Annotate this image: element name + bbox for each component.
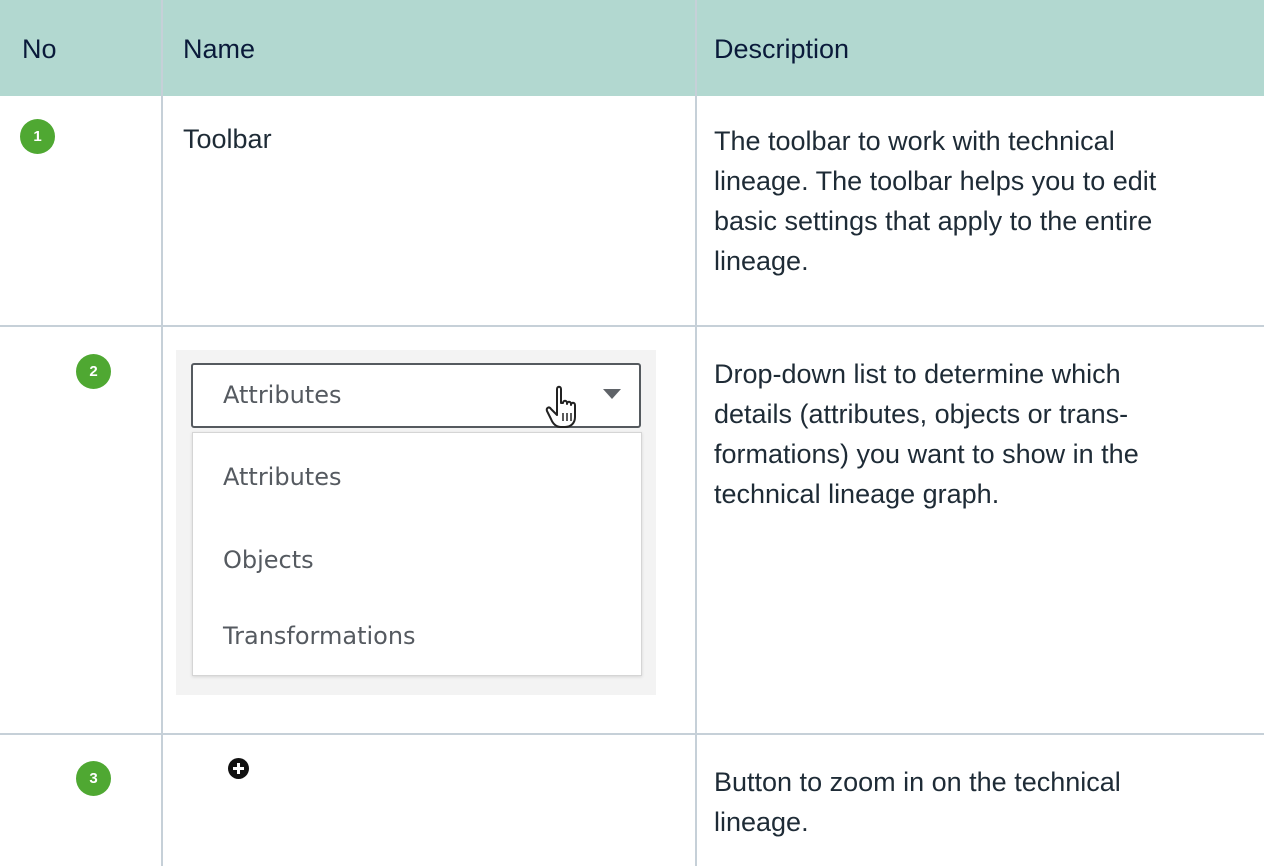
dropdown-option-objects[interactable]: Objects <box>223 546 314 574</box>
zoom-in-plus-icon <box>228 758 249 779</box>
row-divider <box>0 733 1264 735</box>
callout-badge-2: 2 <box>76 354 111 389</box>
row-description: Button to zoom in on the technical linea… <box>714 767 1121 837</box>
column-divider <box>695 0 697 866</box>
row-description: Drop-down list to determine which detail… <box>714 359 1139 509</box>
column-divider <box>161 0 163 866</box>
hand-pointer-icon <box>545 385 576 428</box>
row-description: The toolbar to work with technical linea… <box>714 126 1157 276</box>
dropdown-option-transformations[interactable]: Transformations <box>223 622 416 650</box>
callout-badge-1: 1 <box>20 119 55 154</box>
dropdown-options-list: Attributes Objects Transformations <box>192 432 642 676</box>
table-header-row: No Name Description <box>0 0 1264 96</box>
header-description: Description <box>714 34 850 64</box>
chevron-down-icon <box>603 389 621 399</box>
description-table: No Name Description 1 Toolbar The toolba… <box>0 0 1264 866</box>
dropdown-selected-value: Attributes <box>223 381 342 409</box>
row-name: Toolbar <box>183 124 272 154</box>
dropdown-option-attributes[interactable]: Attributes <box>223 463 341 491</box>
header-no: No <box>22 34 57 64</box>
details-dropdown[interactable]: Attributes <box>191 363 641 428</box>
header-name: Name <box>183 34 256 64</box>
callout-badge-3: 3 <box>76 761 111 796</box>
row-divider <box>0 325 1264 327</box>
